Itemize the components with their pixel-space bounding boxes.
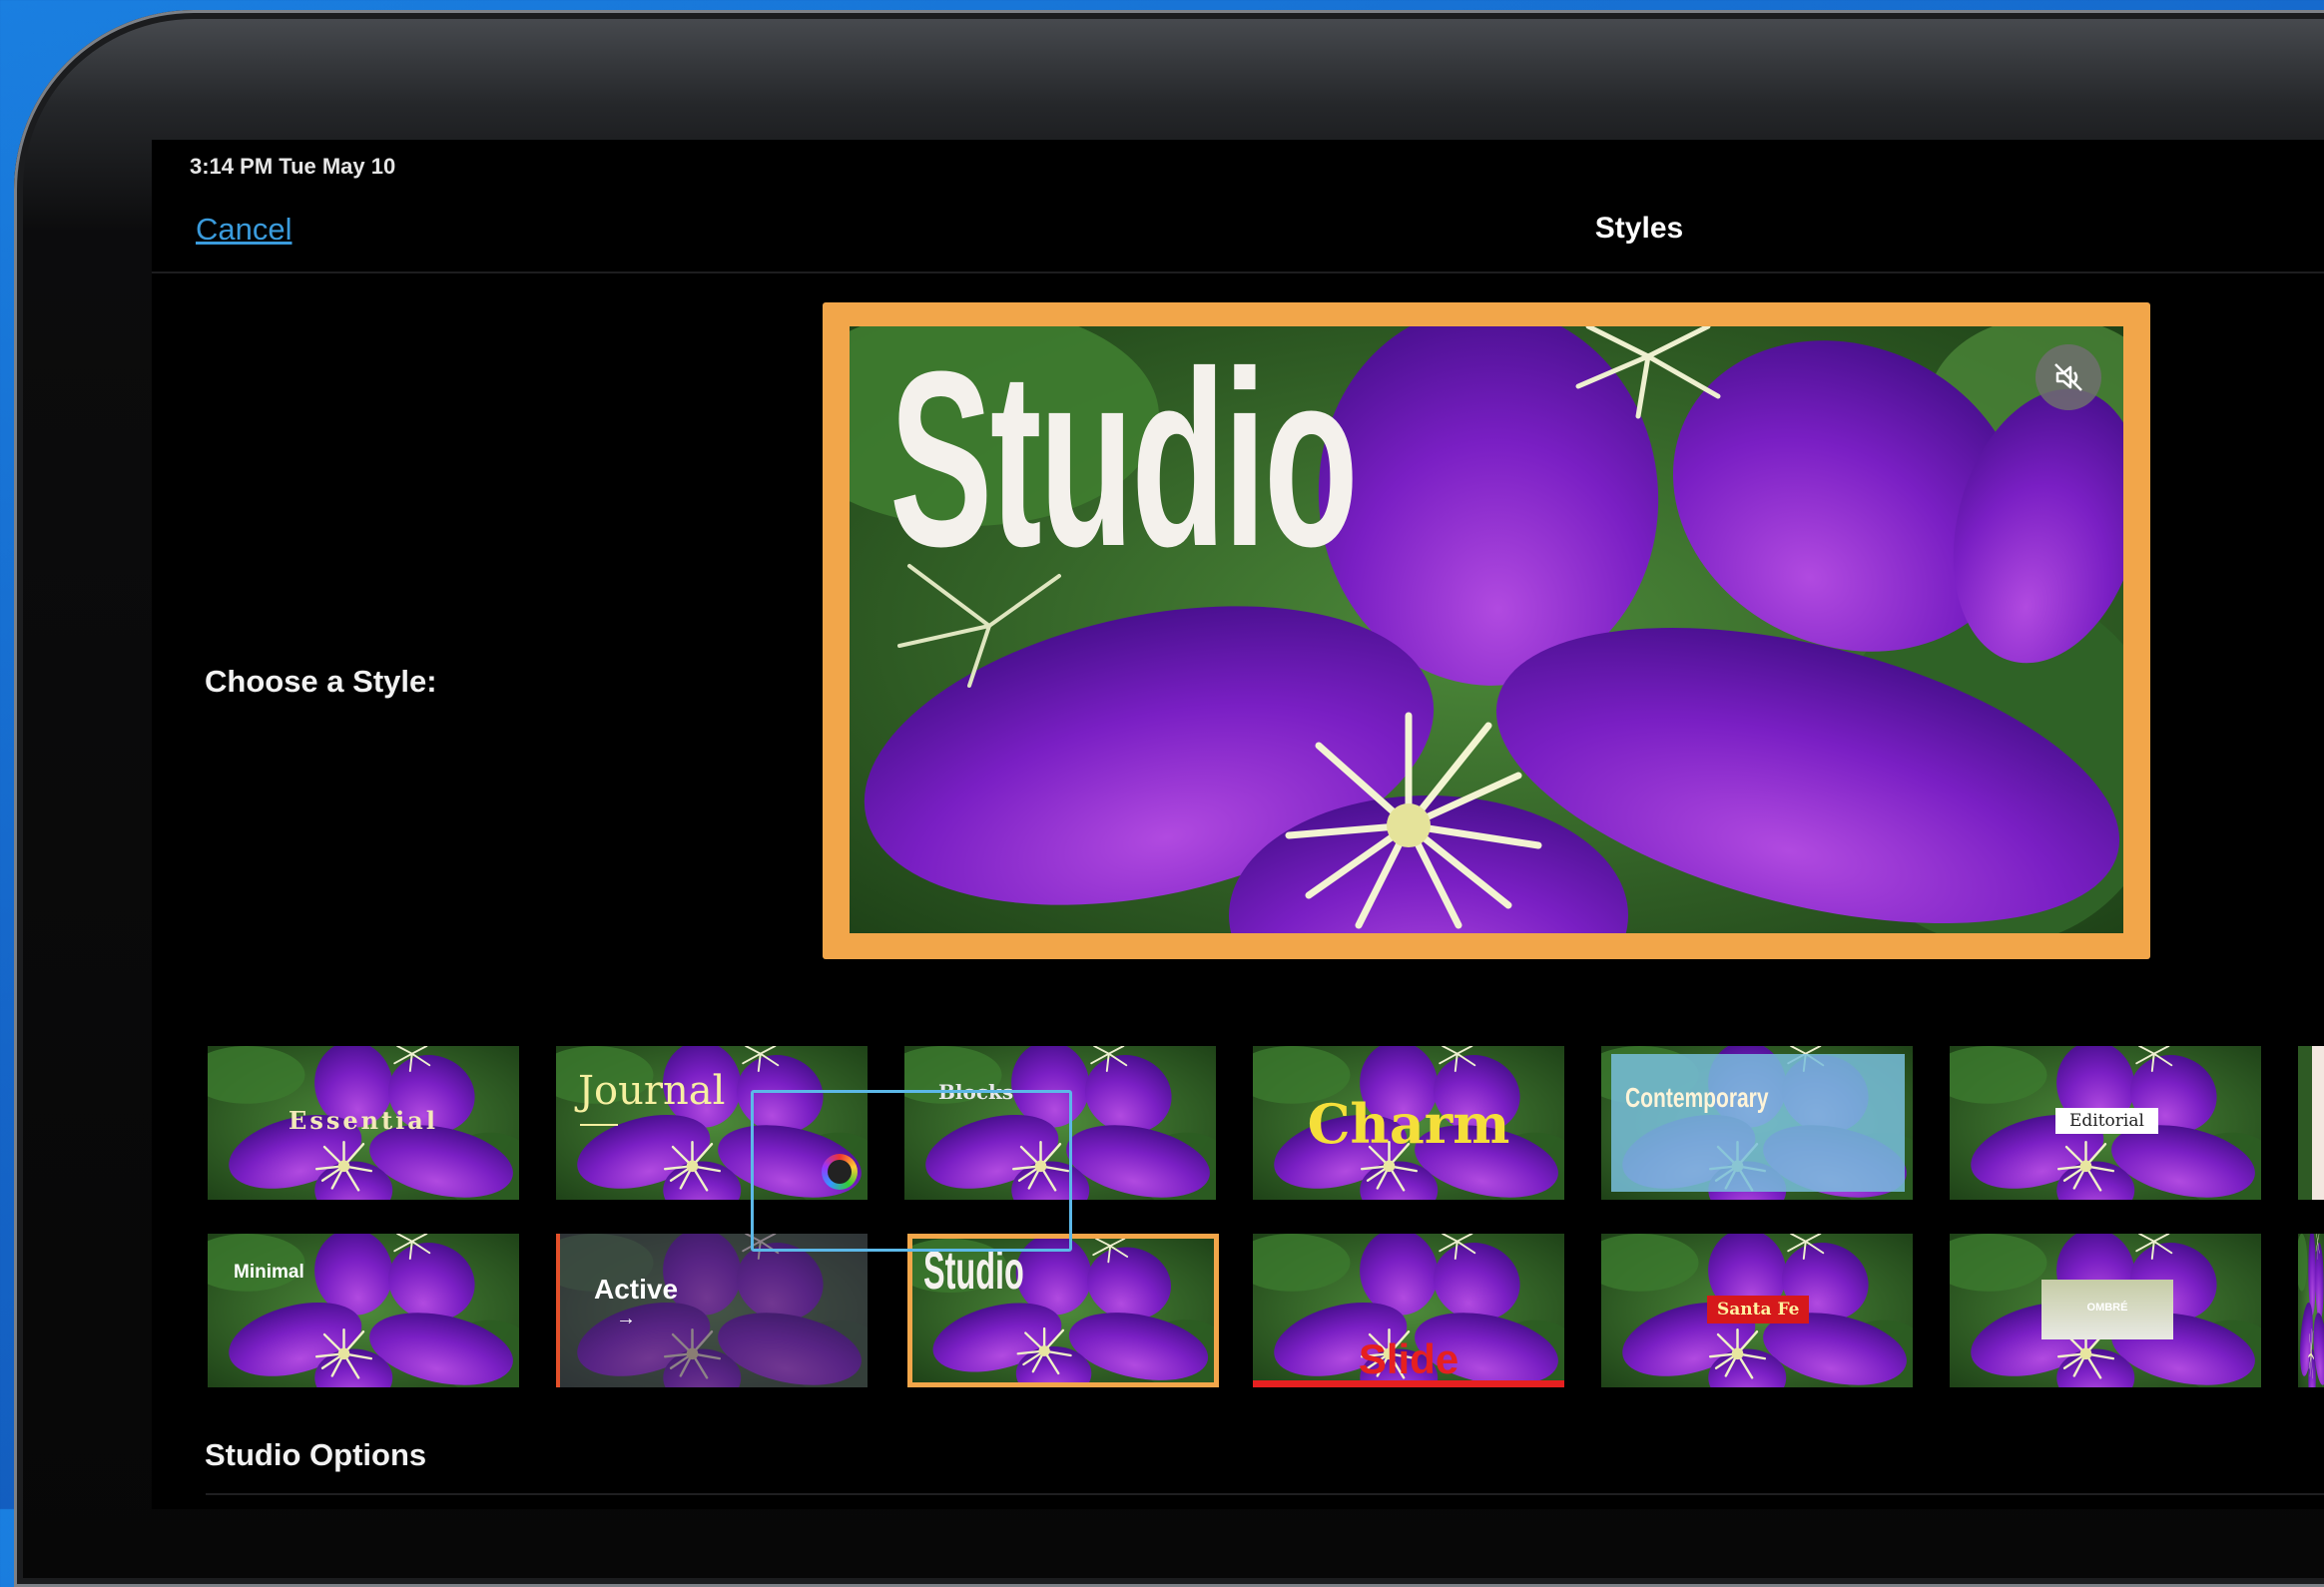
style-label: Santa Fe: [1707, 1296, 1810, 1323]
style-label: OMBRÉ: [2086, 1302, 2128, 1314]
style-thumb-santa-fe[interactable]: Santa Fe: [1601, 1234, 1913, 1387]
style-label: Journal: [578, 1068, 726, 1114]
speaker-muted-icon: [2054, 363, 2082, 391]
ipad-screen: 3:14 PM Tue May 10 Cancel Styles Studio …: [152, 140, 2324, 1509]
style-thumb-minimal[interactable]: Minimal: [208, 1234, 519, 1387]
style-label: Editorial: [2055, 1108, 2158, 1134]
options-label: Studio Options: [205, 1437, 427, 1472]
style-label: Minimal: [234, 1262, 304, 1283]
style-thumb-editorial[interactable]: Editorial: [1950, 1046, 2261, 1200]
preview-image: Studio: [850, 326, 2123, 933]
style-thumb-slide[interactable]: Slide: [1253, 1234, 1564, 1387]
mute-button[interactable]: [2035, 344, 2101, 410]
thumb-image: [208, 1234, 519, 1387]
style-thumb-charm[interactable]: Charm: [1253, 1046, 1564, 1200]
nav-divider: [152, 271, 2324, 273]
style-label: Charm: [1307, 1092, 1510, 1156]
journal-underline: [580, 1124, 618, 1126]
style-thumb-studio[interactable]: Studio: [907, 1234, 1219, 1387]
style-label: Slide: [1358, 1335, 1459, 1382]
style-thumb-partial-2[interactable]: [2298, 1234, 2324, 1387]
style-thumb-essential[interactable]: Essential: [208, 1046, 519, 1200]
options-divider: [206, 1493, 2324, 1495]
cancel-button[interactable]: Cancel: [196, 212, 292, 248]
style-thumb-contemporary[interactable]: Contemporary: [1601, 1046, 1913, 1200]
contemporary-overlay: [1611, 1054, 1905, 1192]
style-label: Contemporary: [1625, 1082, 1769, 1113]
style-thumb-partial[interactable]: [2298, 1046, 2324, 1200]
selected-style-indicator: [751, 1090, 1072, 1252]
style-thumb-ombre[interactable]: OMBRÉ: [1950, 1234, 2261, 1387]
status-bar-time: 3:14 PM Tue May 10: [190, 154, 396, 179]
style-label: Active: [594, 1274, 679, 1305]
style-thumb-active[interactable]: Active →: [556, 1234, 868, 1387]
thumb-image: [2298, 1234, 2324, 1387]
preview-title-text: Studio: [889, 326, 1359, 598]
choose-style-label: Choose a Style:: [205, 664, 437, 699]
style-label: Essential: [289, 1106, 438, 1135]
style-preview: Studio: [823, 302, 2150, 959]
page-title: Styles: [1594, 212, 1684, 245]
arrow-right-icon: →: [616, 1308, 636, 1329]
